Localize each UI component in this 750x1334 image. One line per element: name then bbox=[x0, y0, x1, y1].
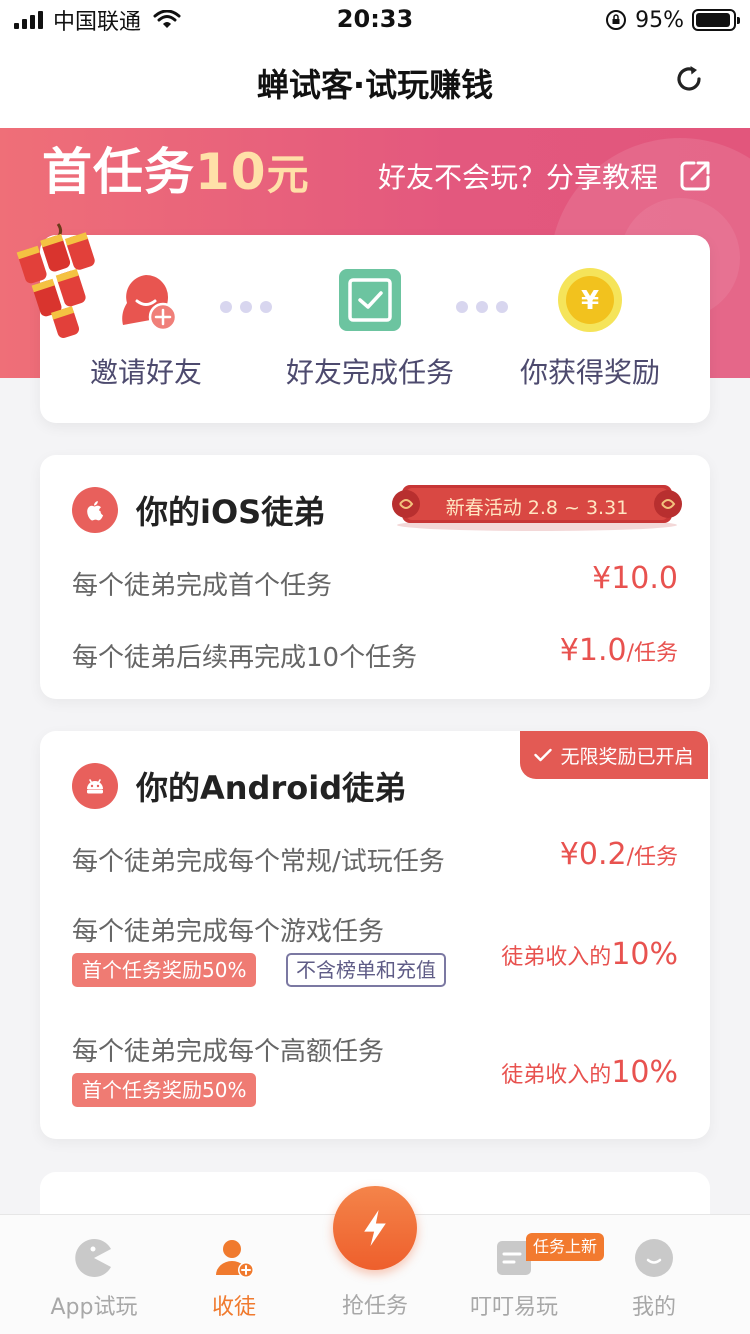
battery-percent: 95% bbox=[635, 7, 684, 33]
share-tutorial-text: 好友不会玩？分享教程 bbox=[377, 161, 658, 194]
step-label: 好友完成任务 bbox=[285, 356, 454, 389]
invite-steps-card: 邀请好友 好友完成任务 ¥ 你获得奖励 bbox=[40, 235, 710, 423]
lightning-icon bbox=[364, 1210, 386, 1246]
tab-app-trial[interactable]: App试玩 bbox=[24, 1237, 164, 1321]
page-title: 蝉试客·试玩赚钱 bbox=[256, 66, 494, 104]
battery-icon bbox=[692, 9, 740, 31]
tag-first-task-bonus: 首个任务奖励50% bbox=[72, 953, 257, 987]
tab-recruit[interactable]: 收徒 bbox=[164, 1237, 304, 1321]
tag-excludes-ranking-recharge: 不含榜单和充值 bbox=[286, 953, 446, 987]
share-tutorial-link[interactable]: 好友不会玩？分享教程 bbox=[378, 156, 712, 196]
android-row-game-value: 徒弟收入的10% bbox=[501, 937, 678, 972]
banner-amount: 10 bbox=[195, 143, 267, 201]
nav-bar: 蝉试客·试玩赚钱 bbox=[0, 40, 750, 128]
yen-coin-icon: ¥ bbox=[557, 267, 623, 333]
banner-title: 首任务10元 bbox=[42, 143, 310, 201]
pacman-icon bbox=[73, 1237, 115, 1279]
tag-first-task-bonus: 首个任务奖励50% bbox=[72, 1073, 257, 1107]
android-row-regular-value: ¥0.2/任务 bbox=[559, 837, 678, 872]
task-check-icon bbox=[337, 267, 403, 333]
grab-task-button[interactable] bbox=[333, 1186, 417, 1270]
step-label: 你获得奖励 bbox=[519, 356, 660, 389]
ios-row-followup-label: 每个徒弟后续再完成10个任务 bbox=[72, 643, 418, 673]
apple-icon bbox=[72, 487, 118, 533]
ios-row-first-task-value: ¥10.0 bbox=[592, 561, 678, 596]
ios-card-title: 你的iOS徒弟 bbox=[136, 493, 326, 531]
invite-friend-icon bbox=[113, 267, 179, 333]
ios-row-first-task-label: 每个徒弟完成首个任务 bbox=[72, 571, 333, 601]
ios-row-followup-value: ¥1.0/任务 bbox=[559, 633, 678, 668]
tab-grab-task-label: 抢任务 bbox=[341, 1294, 408, 1319]
android-card-header: 你的Android徒弟 bbox=[72, 763, 406, 809]
ios-apprentice-card: 你的iOS徒弟 新春活动 2.8 ~ 3.31 每个徒弟完成首个任务 ¥10.0… bbox=[40, 455, 710, 699]
step-connector-dots bbox=[220, 301, 272, 313]
android-row-high-label: 每个徒弟完成每个高额任务 bbox=[72, 1037, 385, 1067]
android-row-game-label: 每个徒弟完成每个游戏任务 bbox=[72, 917, 385, 947]
refresh-icon[interactable] bbox=[672, 62, 706, 96]
tab-mine[interactable]: 我的 bbox=[584, 1237, 724, 1321]
svg-text:¥: ¥ bbox=[581, 286, 599, 316]
check-icon bbox=[534, 748, 553, 762]
step-label: 邀请好友 bbox=[89, 356, 202, 389]
ios-card-header: 你的iOS徒弟 bbox=[72, 487, 325, 533]
spring-festival-promo-ribbon: 新春活动 2.8 ~ 3.31 bbox=[392, 481, 682, 531]
add-user-icon bbox=[213, 1237, 255, 1279]
status-bar: 中国联通 20:33 95% bbox=[0, 0, 750, 40]
rotation-lock-icon bbox=[606, 10, 627, 30]
firecracker-decoration bbox=[16, 223, 95, 338]
android-card-title: 你的Android徒弟 bbox=[136, 769, 407, 807]
promo-text: 新春活动 2.8 ~ 3.31 bbox=[445, 497, 629, 519]
unlimited-reward-text: 无限奖励已开启 bbox=[560, 745, 694, 768]
android-icon bbox=[72, 763, 118, 809]
android-apprentice-card: 无限奖励已开启 你的Android徒弟 每个徒弟完成每个常规/试玩任务 ¥0.2… bbox=[40, 731, 710, 1139]
new-task-badge: 任务上新 bbox=[526, 1233, 605, 1261]
android-row-high-value: 徒弟收入的10% bbox=[501, 1055, 678, 1090]
smile-face-icon bbox=[633, 1237, 675, 1279]
step-get-reward: ¥ 你获得奖励 bbox=[490, 267, 690, 391]
share-icon bbox=[680, 161, 710, 191]
step-friend-complete: 好友完成任务 bbox=[270, 267, 470, 391]
unlimited-reward-badge: 无限奖励已开启 bbox=[520, 731, 708, 779]
android-row-regular-label: 每个徒弟完成每个常规/试玩任务 bbox=[72, 847, 445, 877]
